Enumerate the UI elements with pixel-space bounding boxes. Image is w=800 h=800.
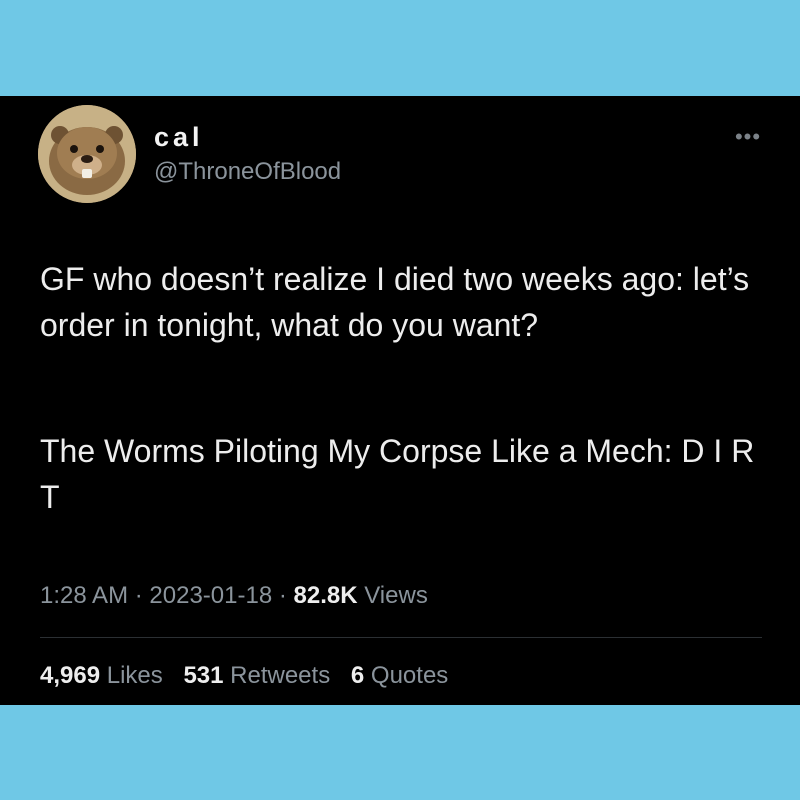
likes-count: 4,969 (40, 662, 101, 689)
tweet-meta: 1:28 AM · 2023-01-18 · 82.8K Views (40, 582, 428, 610)
retweets-stat[interactable]: 531 Retweets (183, 662, 336, 689)
more-options-icon[interactable]: ••• (728, 126, 768, 148)
quotes-label: Quotes (370, 662, 449, 689)
user-handle[interactable]: @ThroneOfBlood (154, 158, 341, 186)
tweet-text-paragraph-1: GF who doesn’t realize I died two weeks … (40, 261, 750, 343)
avatar[interactable] (38, 105, 136, 203)
top-background-band (0, 0, 800, 96)
divider (40, 637, 762, 638)
retweets-label: Retweets (230, 662, 331, 689)
retweets-count: 531 (183, 662, 224, 689)
likes-stat[interactable]: 4,969 Likes (40, 662, 169, 689)
likes-label: Likes (106, 662, 163, 689)
views-count: 82.8K (293, 582, 358, 609)
tweet-text-paragraph-2: The Worms Piloting My Corpse Like a Mech… (40, 433, 755, 515)
tweet-time[interactable]: 1:28 AM (40, 582, 128, 609)
quotes-count: 6 (350, 662, 365, 689)
views-label: Views (364, 582, 428, 609)
quotes-stat[interactable]: 6 Quotes (351, 662, 448, 689)
engagement-stats: 4,969 Likes 531 Retweets 6 Quotes (40, 662, 462, 690)
beaver-avatar-icon (38, 105, 136, 203)
tweet-date[interactable]: 2023-01-18 (149, 582, 272, 609)
meta-separator: · (278, 582, 287, 609)
bottom-background-band (0, 705, 800, 800)
display-name[interactable]: cal (154, 122, 204, 153)
meta-separator: · (134, 582, 143, 609)
